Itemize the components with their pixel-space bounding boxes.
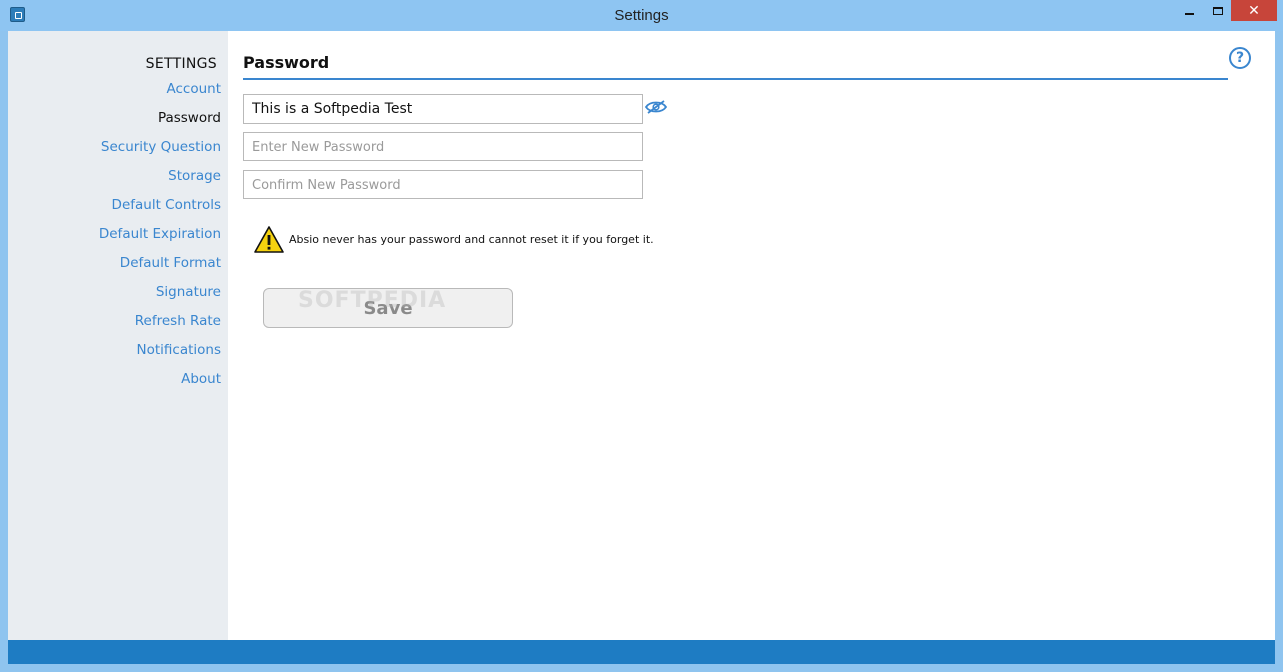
title-divider (243, 78, 1228, 80)
save-button[interactable]: Save (263, 288, 513, 328)
confirm-password-field[interactable] (243, 170, 643, 199)
hide-password-icon[interactable] (645, 99, 667, 115)
sidebar-item-default-expiration[interactable]: Default Expiration (99, 225, 221, 254)
sidebar-item-default-format[interactable]: Default Format (99, 254, 221, 283)
help-icon[interactable]: ? (1229, 47, 1251, 69)
window-title: Settings (614, 7, 669, 24)
sidebar-item-security-question[interactable]: Security Question (99, 138, 221, 167)
sidebar-title: SETTINGS (145, 56, 217, 72)
warning-text: Absio never has your password and cannot… (289, 233, 654, 246)
sidebar-item-password[interactable]: Password (99, 109, 221, 138)
minimize-button[interactable] (1176, 0, 1203, 21)
minimize-icon (1185, 12, 1194, 15)
close-button[interactable]: ✕ (1231, 0, 1277, 21)
new-password-field[interactable] (243, 132, 643, 161)
current-password-field[interactable] (243, 94, 643, 124)
window-client: SETTINGS Account Password Security Quest… (8, 31, 1275, 640)
sidebar-item-refresh-rate[interactable]: Refresh Rate (99, 312, 221, 341)
sidebar-item-notifications[interactable]: Notifications (99, 341, 222, 370)
title-bar: Settings ✕ (0, 0, 1283, 31)
page-title: Password (243, 53, 330, 72)
sidebar-item-about[interactable]: About (99, 370, 221, 399)
password-panel: Password ? Absio never has your password… (228, 31, 1275, 640)
warning-icon (254, 226, 284, 253)
password-warning: Absio never has your password and cannot… (253, 225, 753, 255)
maximize-icon (1212, 6, 1223, 15)
settings-nav: Account Password Security Question Stora… (99, 80, 221, 399)
status-bar (8, 640, 1275, 664)
sidebar-item-signature[interactable]: Signature (99, 283, 221, 312)
maximize-button[interactable] (1204, 0, 1231, 21)
sidebar-item-storage[interactable]: Storage (99, 167, 221, 196)
settings-sidebar: SETTINGS Account Password Security Quest… (8, 31, 228, 640)
sidebar-item-default-controls[interactable]: Default Controls (99, 196, 221, 225)
sidebar-item-account[interactable]: Account (99, 80, 221, 109)
